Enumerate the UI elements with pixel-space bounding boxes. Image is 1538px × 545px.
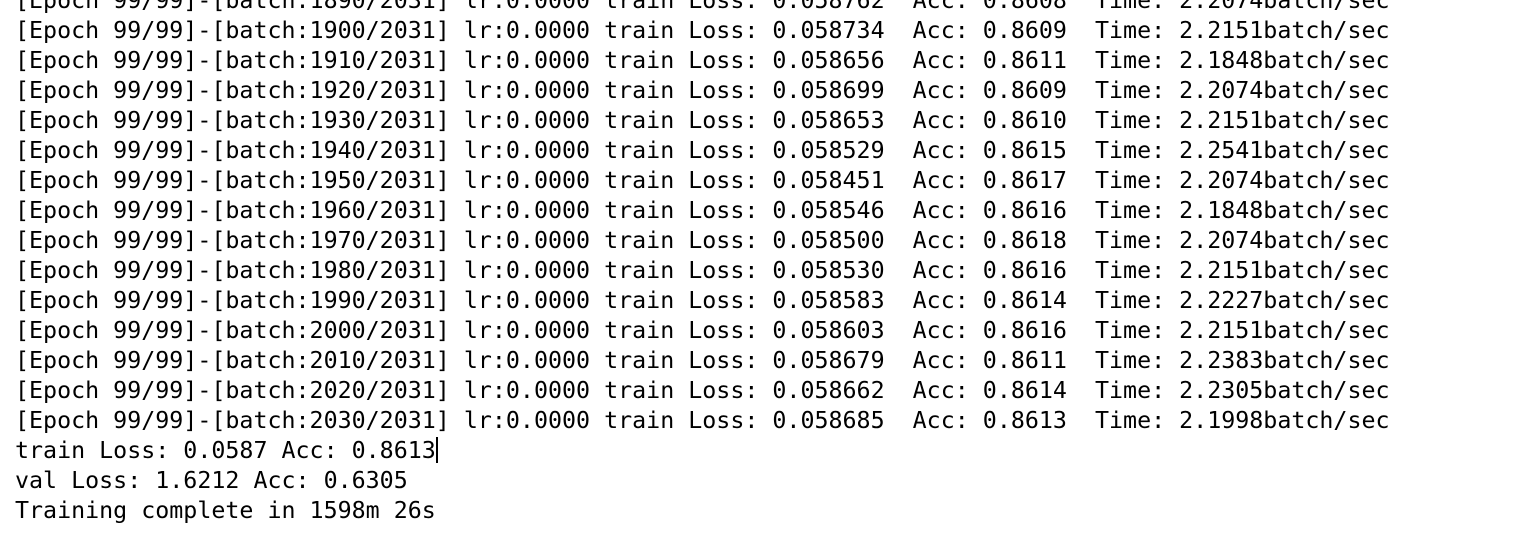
log-line: [Epoch 99/99]-[batch:1940/2031] lr:0.000… xyxy=(15,137,1390,164)
log-line: [Epoch 99/99]-[batch:1970/2031] lr:0.000… xyxy=(15,227,1390,254)
log-line: [Epoch 99/99]-[batch:1960/2031] lr:0.000… xyxy=(15,197,1390,224)
terminal-output[interactable]: [Epoch 99/99]-[batch:1890/2031] lr:0.000… xyxy=(0,0,1538,545)
log-line: [Epoch 99/99]-[batch:1950/2031] lr:0.000… xyxy=(15,167,1390,194)
partial-top-line: [Epoch 99/99]-[batch:1890/2031] lr:0.000… xyxy=(15,0,1390,14)
log-line: [Epoch 99/99]-[batch:1900/2031] lr:0.000… xyxy=(15,17,1390,44)
text-cursor xyxy=(435,437,438,463)
train-summary-line: train Loss: 0.0587 Acc: 0.8613 xyxy=(15,436,1390,466)
training-complete-line: Training complete in 1598m 26s xyxy=(15,497,436,524)
log-line: [Epoch 99/99]-[batch:2020/2031] lr:0.000… xyxy=(15,377,1390,404)
log-line: [Epoch 99/99]-[batch:1920/2031] lr:0.000… xyxy=(15,77,1390,104)
val-summary-line: val Loss: 1.6212 Acc: 0.6305 xyxy=(15,467,408,494)
log-line: [Epoch 99/99]-[batch:1910/2031] lr:0.000… xyxy=(15,47,1390,74)
log-line: [Epoch 99/99]-[batch:2000/2031] lr:0.000… xyxy=(15,317,1390,344)
log-line: [Epoch 99/99]-[batch:1930/2031] lr:0.000… xyxy=(15,107,1390,134)
log-line: [Epoch 99/99]-[batch:1990/2031] lr:0.000… xyxy=(15,287,1390,314)
log-line: [Epoch 99/99]-[batch:2030/2031] lr:0.000… xyxy=(15,407,1390,434)
output-lines: [Epoch 99/99]-[batch:1890/2031] lr:0.000… xyxy=(15,0,1390,526)
log-line: [Epoch 99/99]-[batch:1980/2031] lr:0.000… xyxy=(15,257,1390,284)
train-summary-text: train Loss: 0.0587 Acc: 0.8613 xyxy=(15,437,436,464)
log-line: [Epoch 99/99]-[batch:2010/2031] lr:0.000… xyxy=(15,347,1390,374)
